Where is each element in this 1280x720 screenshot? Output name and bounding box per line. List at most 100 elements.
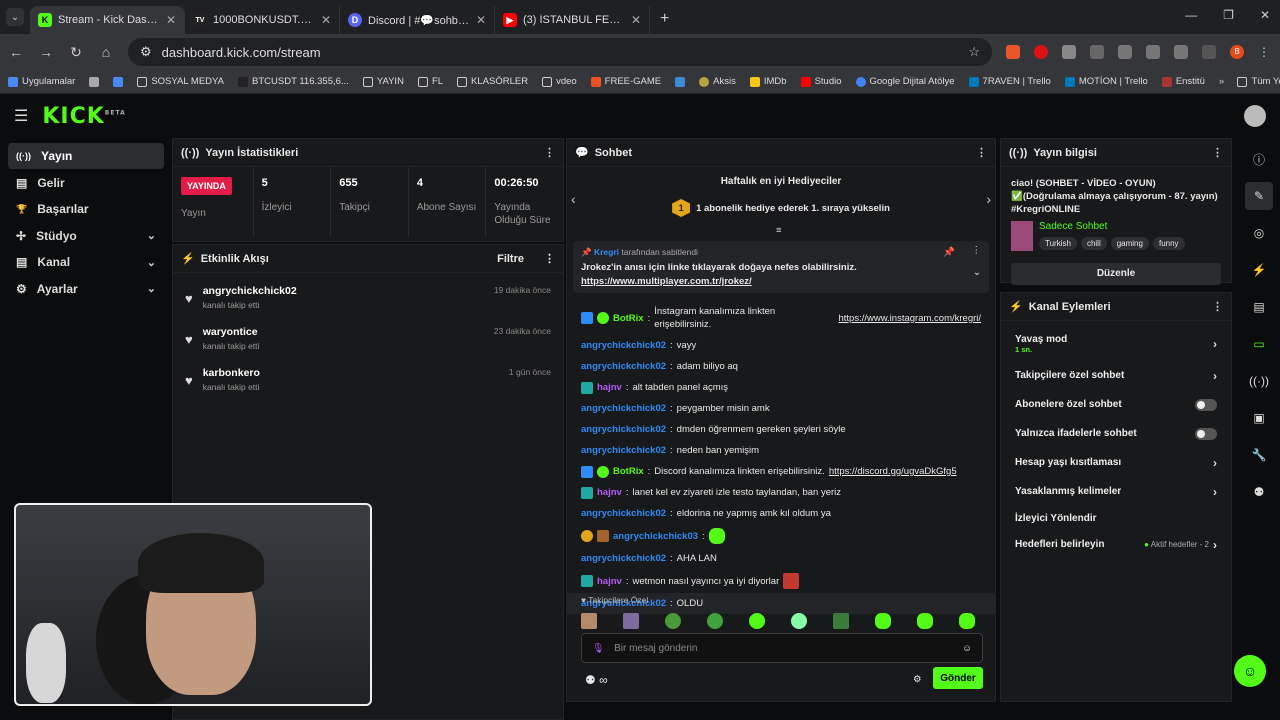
extensions-puzzle-icon[interactable] [1062,45,1076,59]
points-icon[interactable]: ⚉ [1245,478,1273,506]
tag[interactable]: funny [1152,237,1185,250]
collapse-icon[interactable]: ≡ [776,225,782,236]
chat-username[interactable]: BotRix [613,312,644,325]
bookmark-7raven[interactable]: 7RAVEN | Trello [968,76,1051,87]
tag[interactable]: chill [1080,237,1107,250]
new-tab-button[interactable]: + [660,10,669,28]
more-options-icon[interactable]: ⋮ [972,245,982,256]
minimize-icon[interactable]: — [1185,8,1197,22]
bookmark-folder-yayin[interactable]: YAYIN [362,76,404,87]
sync-icon[interactable] [1146,45,1160,59]
emote[interactable] [749,613,765,629]
category-link[interactable]: Sadece Sohbet [1039,221,1185,232]
bookmark-folder-vdeo[interactable]: vdeo [542,76,577,87]
browser-tab-2[interactable]: D Discord | #💬sohbet | Kregri ✕ [340,6,495,34]
sidebar-item-basarilar[interactable]: 🏆 Başarılar [8,196,164,222]
bookmark-aksis[interactable]: Aksis [699,76,736,87]
more-options-icon[interactable]: ⋮ [544,146,555,159]
download-icon[interactable] [1202,45,1216,59]
wrench-icon[interactable]: 🔧 [1245,441,1273,469]
emote[interactable] [665,613,681,629]
browser-tab-0[interactable]: K Stream - Kick Dashboard ✕ [30,6,185,34]
bookmark-imdb[interactable]: IMDb [749,76,787,87]
bookmark-folder-fl[interactable]: FL [417,76,443,87]
banned-words-row[interactable]: Yasaklanmış kelimeler › [1009,477,1223,506]
bookmark-apps[interactable]: Uygulamalar [8,76,75,87]
kick-logo[interactable]: KICKBETA [42,104,125,129]
forward-icon[interactable]: → [38,44,54,60]
chat-link[interactable]: https://discord.gg/ugvaDkGfg5 [829,465,957,478]
home-icon[interactable]: ⌂ [98,44,114,60]
filter-button[interactable]: Filtre [497,253,524,265]
chat-input[interactable]: 🎙 Bir mesaj gönderin ☺ [581,633,983,663]
support-chat-icon[interactable]: ☺ [1234,655,1266,687]
chat-username[interactable]: angrychickchick02 [581,339,666,352]
close-icon[interactable]: ✕ [631,13,641,27]
back-icon[interactable]: ← [8,44,24,60]
bookmark-folder-klasorler[interactable]: KLASÖRLER [457,76,528,87]
document-icon[interactable]: ▤ [1245,293,1273,321]
chat-username[interactable]: BotRix [613,465,644,478]
bookmark-star-icon[interactable]: ☆ [968,44,980,60]
age-limit-row[interactable]: Hesap yaşı kısıtlaması › [1009,448,1223,477]
sidebar-item-gelir[interactable]: ▤ Gelir [8,170,164,196]
chat-username[interactable]: angrychickchick02 [581,423,666,436]
bookmark-folder-social[interactable]: SOSYAL MEDYA [137,76,224,87]
unpin-icon[interactable]: 📌 [943,247,955,258]
bookmark-motion[interactable]: MOTİON | Trello [1064,76,1148,87]
redirect-row[interactable]: İzleyici Yönlendir [1009,506,1223,530]
tag[interactable]: gaming [1110,237,1149,250]
close-icon[interactable]: ✕ [476,13,486,27]
chat-username[interactable]: angrychickchick02 [581,552,666,565]
emote[interactable] [581,613,597,629]
layout-icon[interactable]: ▣ [1245,404,1273,432]
more-options-icon[interactable]: ⋮ [544,252,555,265]
extension-red-icon[interactable] [1034,45,1048,59]
gear-icon[interactable]: ⚙ [913,674,922,685]
emote-chat-toggle[interactable] [1195,427,1217,440]
edit-button[interactable]: Düzenle [1011,263,1221,285]
emoji-icon[interactable]: ☺ [962,643,972,654]
bookmark-freegame[interactable]: FREE-GAME [590,76,661,87]
all-bookmarks[interactable]: » Tüm Yer İşaretleri [1219,76,1280,87]
menu-hamburger-icon[interactable]: ☰ [14,106,28,126]
slow-mode-row[interactable]: Yavaş mod 1 sn. › [1009,327,1223,361]
close-window-icon[interactable]: ✕ [1260,8,1270,22]
chat-username[interactable]: angrychickchick02 [581,507,666,520]
edit-icon[interactable]: ✎ [1245,182,1273,210]
reload-icon[interactable]: ↻ [68,44,84,61]
chat-username[interactable]: angrychickchick03 [613,530,698,543]
restore-icon[interactable]: ❐ [1223,8,1234,22]
chevron-down-icon[interactable]: ⌄ [973,267,981,278]
bookmark-studio[interactable]: Studio [800,76,842,87]
emote[interactable] [959,613,975,629]
chevron-left-icon[interactable]: ‹ [571,191,576,207]
browser-tab-1[interactable]: TV 1000BONKUSDT.P 0,021534 ▼ ✕ [185,6,340,34]
followers-chat-row[interactable]: Takipçilere özel sohbet › [1009,361,1223,390]
info-icon[interactable]: ⓘ [1245,145,1273,173]
sidebar-item-studyo[interactable]: ✢ Stüdyo ⌄ [8,223,164,249]
emote[interactable] [917,613,933,629]
translate-icon[interactable] [1118,45,1132,59]
chat-icon[interactable]: ▭ [1245,330,1273,358]
account-avatar[interactable] [1244,105,1266,127]
lightning-icon[interactable]: ⚡ [1245,256,1273,284]
menu-icon[interactable]: ⋮ [1258,45,1272,59]
chat-link[interactable]: https://www.instagram.com/kregri/ [838,312,981,325]
bookmark-enstitu[interactable]: Enstitü [1161,76,1205,87]
extension-fox-icon[interactable] [1006,45,1020,59]
emote[interactable] [623,613,639,629]
chat-username[interactable]: hajnv [597,575,622,588]
profile-avatar[interactable]: B [1230,45,1244,59]
tab-search-button[interactable]: ⌄ [6,8,24,26]
bookmark-google[interactable]: Google Dijital Atölye [855,76,955,87]
chat-username[interactable]: hajnv [597,486,622,499]
close-icon[interactable]: ✕ [166,13,176,27]
more-options-icon[interactable]: ⋮ [1212,300,1223,313]
chat-username[interactable]: hajnv [597,381,622,394]
bookmark-1[interactable] [113,76,124,87]
emote[interactable] [875,613,891,629]
pinned-link[interactable]: https://www.multiplayer.com.tr/jrokez/ [581,276,981,287]
more-options-icon[interactable]: ⋮ [976,146,987,159]
chat-username[interactable]: angrychickchick02 [581,402,666,415]
